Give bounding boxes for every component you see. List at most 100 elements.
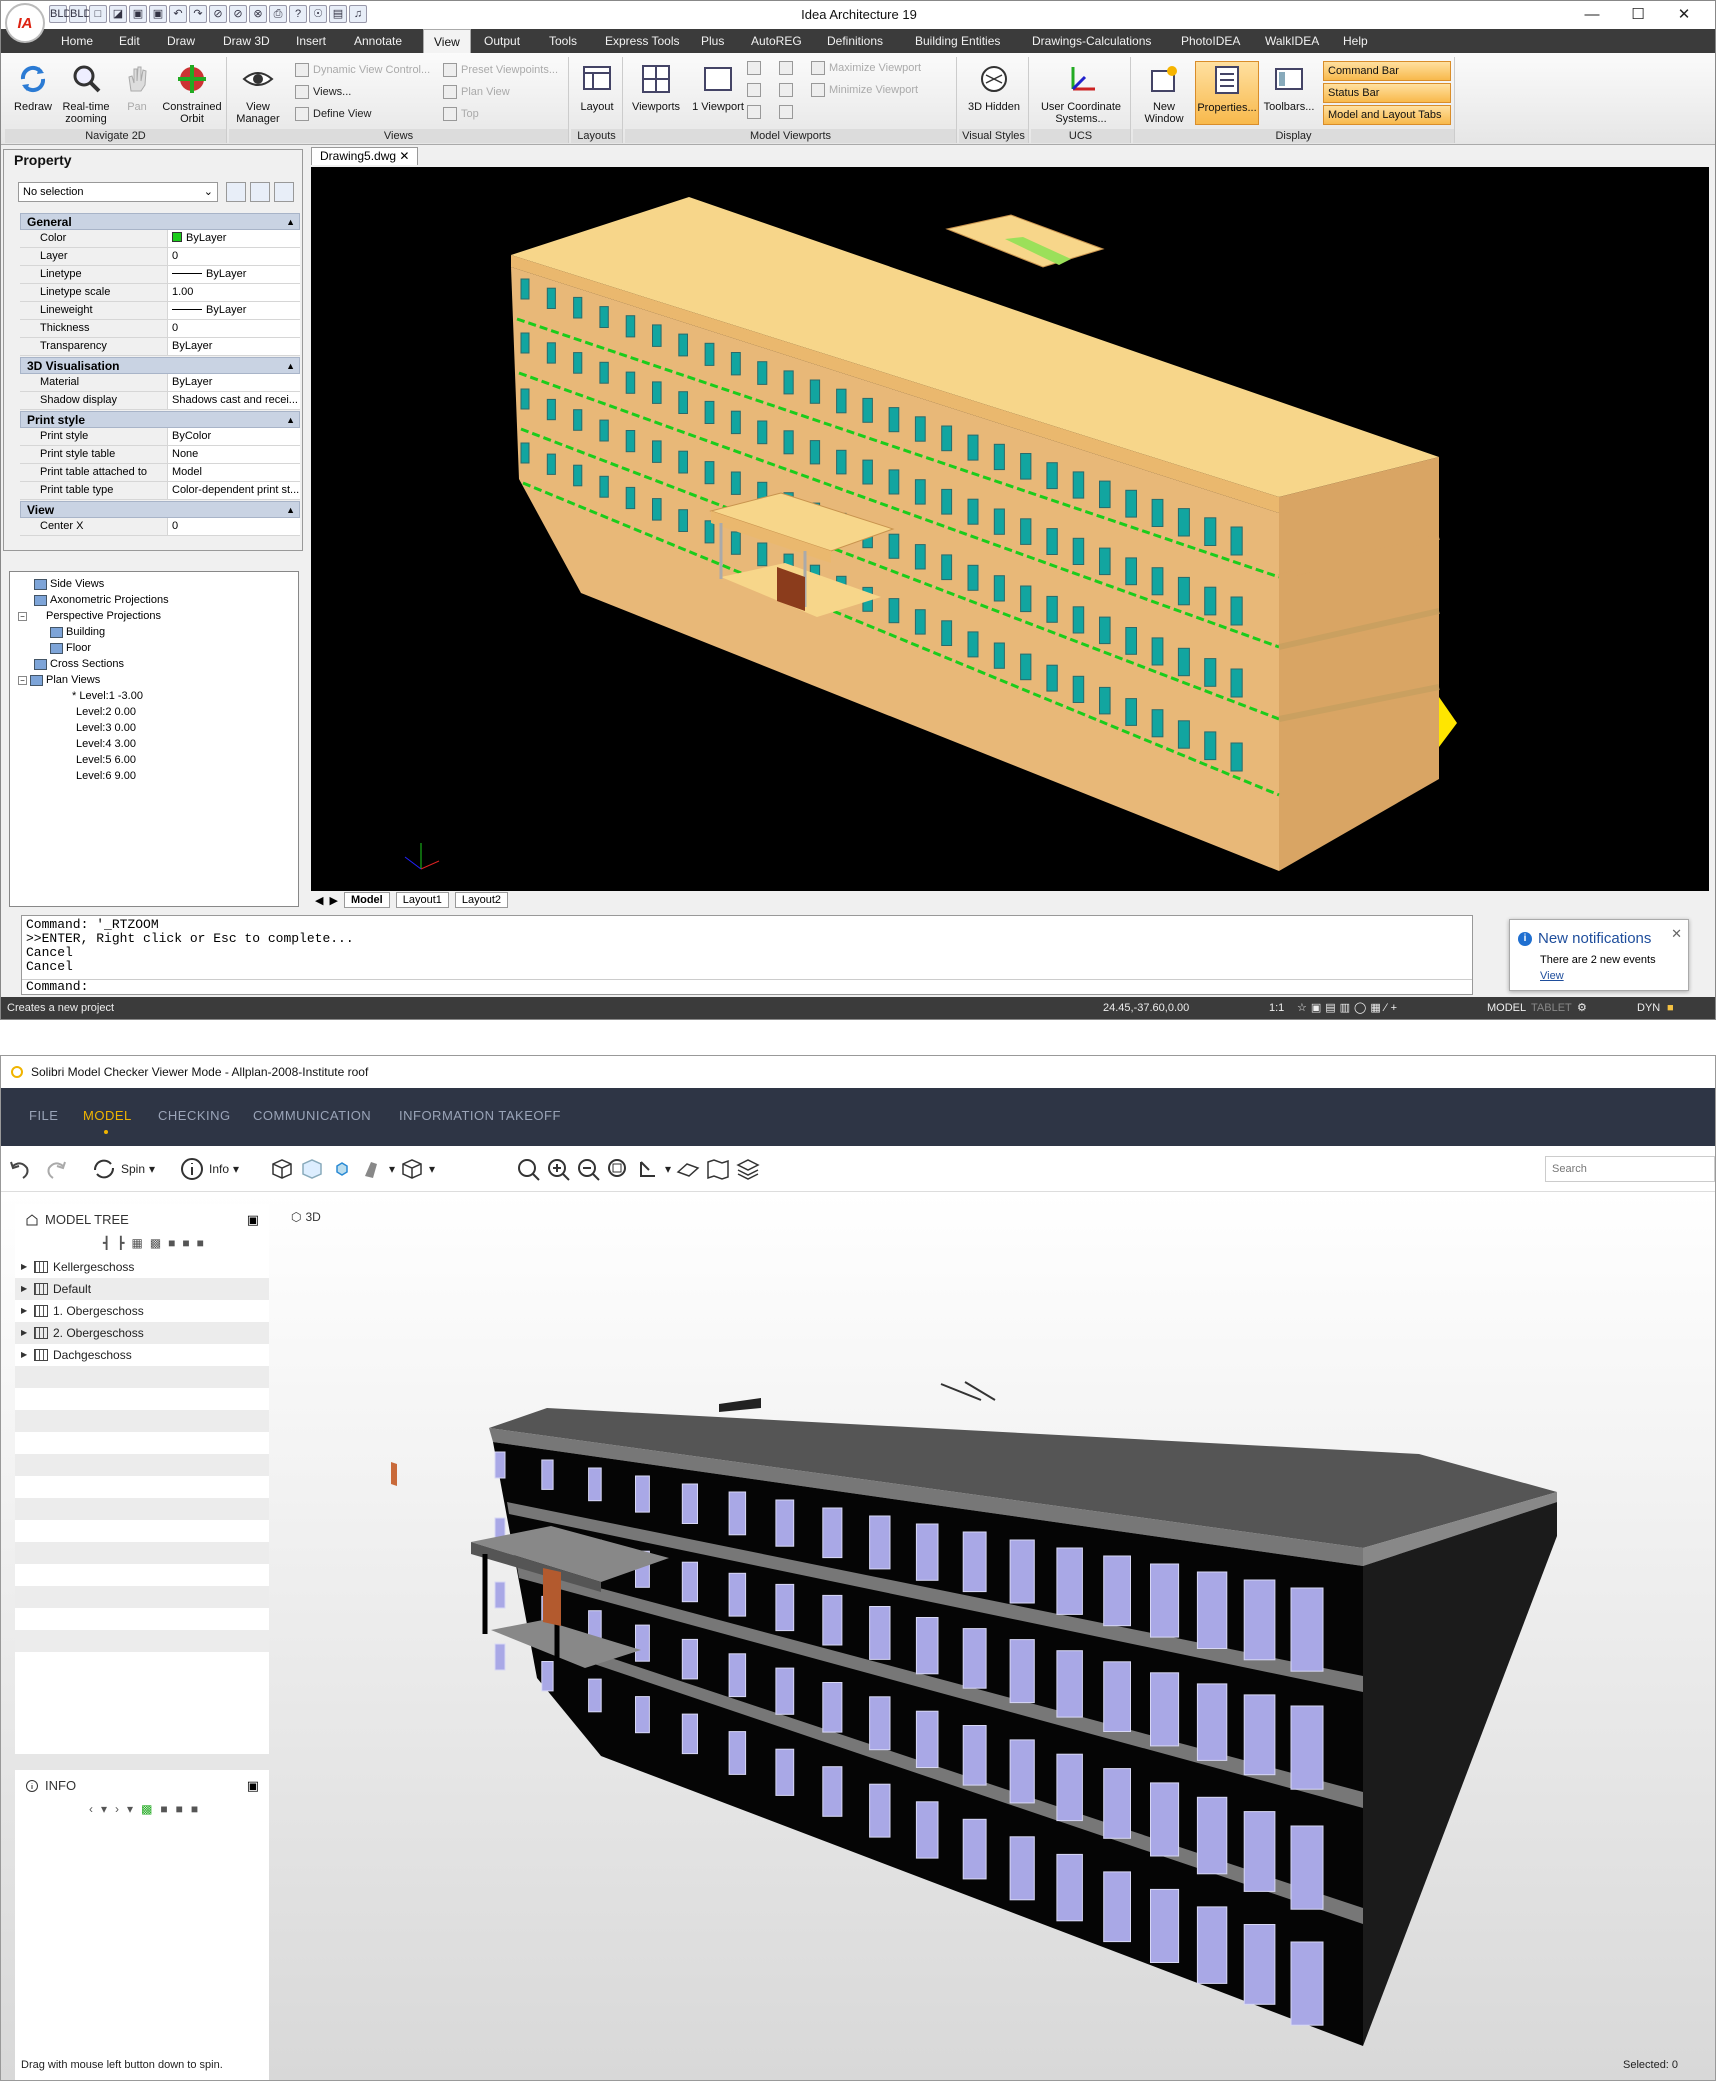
3d-hidden-button[interactable]: 3D Hidden <box>963 63 1025 113</box>
zoom-selection-icon[interactable] <box>605 1156 631 1182</box>
spin-tool-button[interactable]: Spin ▾ <box>91 1156 155 1182</box>
constrained-orbit-button[interactable]: Constrained Orbit <box>159 63 225 125</box>
cube-icon[interactable] <box>399 1156 425 1182</box>
expand-icon[interactable]: ▶ <box>21 1322 29 1344</box>
panel-maximize-icon[interactable]: ▣ <box>247 1778 259 1794</box>
dyn-toggle[interactable]: DYN <box>1637 997 1660 1019</box>
viewports-button[interactable]: Viewports <box>627 63 685 113</box>
app-logo[interactable]: IA <box>5 3 45 43</box>
tree-level[interactable]: Level:5 6.00 <box>76 754 136 766</box>
undo-icon[interactable]: ↶ <box>169 5 187 23</box>
map-icon[interactable] <box>705 1156 731 1182</box>
property-value[interactable]: Shadows cast and recei... <box>168 392 300 409</box>
box-select-icon[interactable] <box>269 1156 295 1182</box>
tablet-toggle[interactable]: TABLET <box>1531 997 1572 1019</box>
model-tree-item[interactable]: ▶ 1. Obergeschoss <box>15 1300 269 1322</box>
help-icon[interactable]: ? <box>289 5 307 23</box>
layers-icon[interactable]: ▤ <box>329 5 347 23</box>
3d-viewport[interactable] <box>281 1236 1711 2056</box>
property-value[interactable]: ByColor <box>168 428 300 445</box>
chevron-right-icon[interactable]: › <box>115 1802 119 1816</box>
tree-floor[interactable]: Floor <box>50 642 91 654</box>
split-vertical-button[interactable] <box>747 61 761 75</box>
model-tree-item[interactable]: ▶ Kellergeschoss <box>15 1256 269 1278</box>
expand-icon[interactable]: ▶ <box>21 1344 29 1366</box>
split-grid-button[interactable] <box>747 83 761 97</box>
trash-icon[interactable]: ■ <box>168 1236 175 1250</box>
tab-model[interactable]: Model <box>343 892 390 908</box>
dynamic-view-control-button[interactable]: Dynamic View Control... <box>295 63 430 77</box>
selection-dropdown[interactable]: No selection ⌄ <box>18 182 218 202</box>
expand-icon[interactable]: ▶ <box>21 1256 29 1278</box>
annotation-scale[interactable]: 1:1 <box>1269 997 1284 1019</box>
clip-viewport-button[interactable] <box>779 105 793 119</box>
redraw-button[interactable]: Redraw <box>9 63 57 113</box>
property-row[interactable]: Shadow display Shadows cast and recei... <box>20 392 300 410</box>
tab-insert[interactable]: Insert <box>296 29 326 53</box>
chevron-down-icon[interactable]: ▾ <box>665 1162 671 1176</box>
property-category[interactable]: General <box>20 213 300 231</box>
tree-axonometric[interactable]: Axonometric Projections <box>34 594 169 606</box>
hierarchy-icon[interactable]: ┫ <box>103 1236 110 1250</box>
tab-building-entities[interactable]: Building Entities <box>915 29 1000 53</box>
property-row[interactable]: Print style ByColor <box>20 428 300 446</box>
search-input[interactable]: Search <box>1545 1156 1715 1182</box>
info-tool-button[interactable]: Info ▾ <box>179 1156 239 1182</box>
menu-information-takeoff[interactable]: INFORMATION TAKEOFF <box>399 1108 561 1123</box>
save-icon[interactable]: ▣ <box>129 5 147 23</box>
print-icon[interactable]: ⎙ <box>269 5 287 23</box>
model-tree-item[interactable]: ▶ Default <box>15 1278 269 1300</box>
status-toggle-icons[interactable]: ☆▣▤▥◯▦∕+ <box>1297 997 1401 1019</box>
property-value[interactable]: 1.00 <box>168 284 300 301</box>
chevron-down-icon[interactable]: ▾ <box>389 1162 395 1176</box>
property-value[interactable]: ByLayer <box>168 266 300 283</box>
tab-definitions[interactable]: Definitions <box>827 29 883 53</box>
panel-maximize-icon[interactable]: ▣ <box>247 1212 259 1228</box>
property-value[interactable]: ByLayer <box>168 230 300 247</box>
plan-view-button[interactable]: Plan View <box>443 85 510 99</box>
chevron-down-icon[interactable]: ▾ <box>127 1802 133 1816</box>
property-value[interactable]: 0 <box>168 248 300 265</box>
tree-plan-views[interactable]: − Plan Views <box>18 674 100 686</box>
property-category[interactable]: 3D Visualisation <box>20 357 300 375</box>
tab-layout2[interactable]: Layout2 <box>454 892 509 908</box>
bld-icon[interactable]: BLD <box>69 5 91 23</box>
tab-layout1[interactable]: Layout1 <box>395 892 449 908</box>
tab-annotate[interactable]: Annotate <box>354 29 402 53</box>
tree-level[interactable]: Level:6 9.00 <box>76 770 136 782</box>
discipline-icon[interactable]: ▩ <box>150 1236 161 1250</box>
layers-icon[interactable] <box>735 1156 761 1182</box>
tree-perspective[interactable]: − Perspective Projections <box>18 610 161 622</box>
realtime-zoom-button[interactable]: Real-time zooming <box>57 63 115 125</box>
new-window-button[interactable]: New Window <box>1135 63 1193 125</box>
tab-draw-3d[interactable]: Draw 3D <box>223 29 270 53</box>
minimize-button[interactable]: — <box>1569 3 1615 27</box>
redo-icon[interactable]: ↷ <box>189 5 207 23</box>
view-manager-button[interactable]: View Manager <box>233 63 283 125</box>
undo-button[interactable] <box>7 1156 33 1182</box>
notification-view-link[interactable]: View <box>1540 970 1564 982</box>
filter-icon[interactable] <box>274 182 294 202</box>
trash-icon[interactable]: ■ <box>191 1802 198 1816</box>
model-tree-item[interactable]: ▶ Dachgeschoss <box>15 1344 269 1366</box>
chevron-left-icon[interactable]: ‹ <box>89 1802 93 1816</box>
isolate-icon[interactable] <box>329 1156 355 1182</box>
tree-level[interactable]: Level:3 0.00 <box>76 722 136 734</box>
property-row[interactable]: Layer 0 <box>20 248 300 266</box>
tab-autoreg[interactable]: AutoREG <box>751 29 802 53</box>
tab-view[interactable]: View <box>423 29 471 53</box>
top-view-select[interactable]: Top <box>443 107 479 121</box>
command-input[interactable]: Command: <box>22 979 1472 994</box>
layout-button[interactable]: Layout <box>573 63 621 113</box>
property-value[interactable]: ByLayer <box>168 302 300 319</box>
tree-level[interactable]: * Level:1 -3.00 <box>72 690 143 702</box>
close-button[interactable]: ✕ <box>1661 3 1707 27</box>
menu-checking[interactable]: CHECKING <box>158 1108 231 1123</box>
section-plane-icon[interactable] <box>675 1156 701 1182</box>
one-viewport-button[interactable]: 1 Viewport <box>691 63 745 113</box>
property-row[interactable]: Material ByLayer <box>20 374 300 392</box>
tab-drawings-calculations[interactable]: Drawings-Calculations <box>1032 29 1151 53</box>
tree-level[interactable]: Level:4 3.00 <box>76 738 136 750</box>
pan-button[interactable]: Pan <box>115 63 159 113</box>
preset-viewpoints-button[interactable]: Preset Viewpoints... <box>443 63 558 77</box>
